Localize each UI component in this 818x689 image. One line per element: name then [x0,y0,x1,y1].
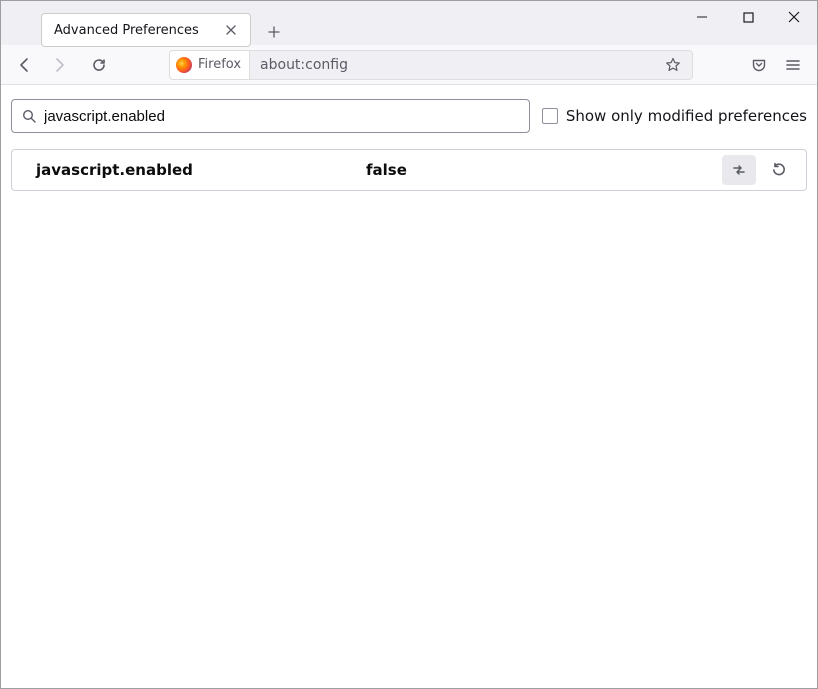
close-tab-icon[interactable] [222,21,240,39]
tab-title: Advanced Preferences [54,23,214,38]
window-controls [679,1,817,45]
save-to-pocket-button[interactable] [743,50,775,80]
close-window-button[interactable] [771,1,817,33]
search-row: Show only modified preferences [11,99,807,133]
url-text: about:config [260,57,660,73]
pref-value: false [366,161,722,179]
show-only-modified-wrap[interactable]: Show only modified preferences [542,107,807,125]
maximize-button[interactable] [725,1,771,33]
reload-button[interactable] [83,50,115,80]
toggle-button[interactable] [722,155,756,185]
show-only-modified-label: Show only modified preferences [566,107,807,125]
show-only-modified-checkbox[interactable] [542,108,558,124]
forward-button[interactable] [43,50,75,80]
pref-search-input[interactable] [44,108,519,125]
search-icon [22,109,36,123]
tab-strip: Advanced Preferences [1,1,817,45]
pref-row[interactable]: javascript.enabled false [12,150,806,190]
back-button[interactable] [9,50,41,80]
tab-active[interactable]: Advanced Preferences [41,13,251,47]
minimize-button[interactable] [679,1,725,33]
app-menu-button[interactable] [777,50,809,80]
pref-actions [722,155,796,185]
identity-box[interactable]: Firefox [169,50,250,80]
pref-name: javascript.enabled [36,161,366,179]
browser-window: Advanced Preferences [0,0,818,689]
url-bar-wrap: Firefox about:config [169,50,693,80]
firefox-icon [176,57,192,73]
about-config-content: Show only modified preferences javascrip… [1,85,817,688]
pref-list: javascript.enabled false [11,149,807,191]
pref-search-box[interactable] [11,99,530,133]
reset-button[interactable] [762,155,796,185]
identity-label: Firefox [198,57,241,72]
nav-toolbar: Firefox about:config [1,45,817,85]
toolbar-right [743,50,809,80]
bookmark-star-icon[interactable] [660,52,686,78]
url-bar[interactable]: about:config [250,50,693,80]
new-tab-button[interactable] [259,17,289,47]
